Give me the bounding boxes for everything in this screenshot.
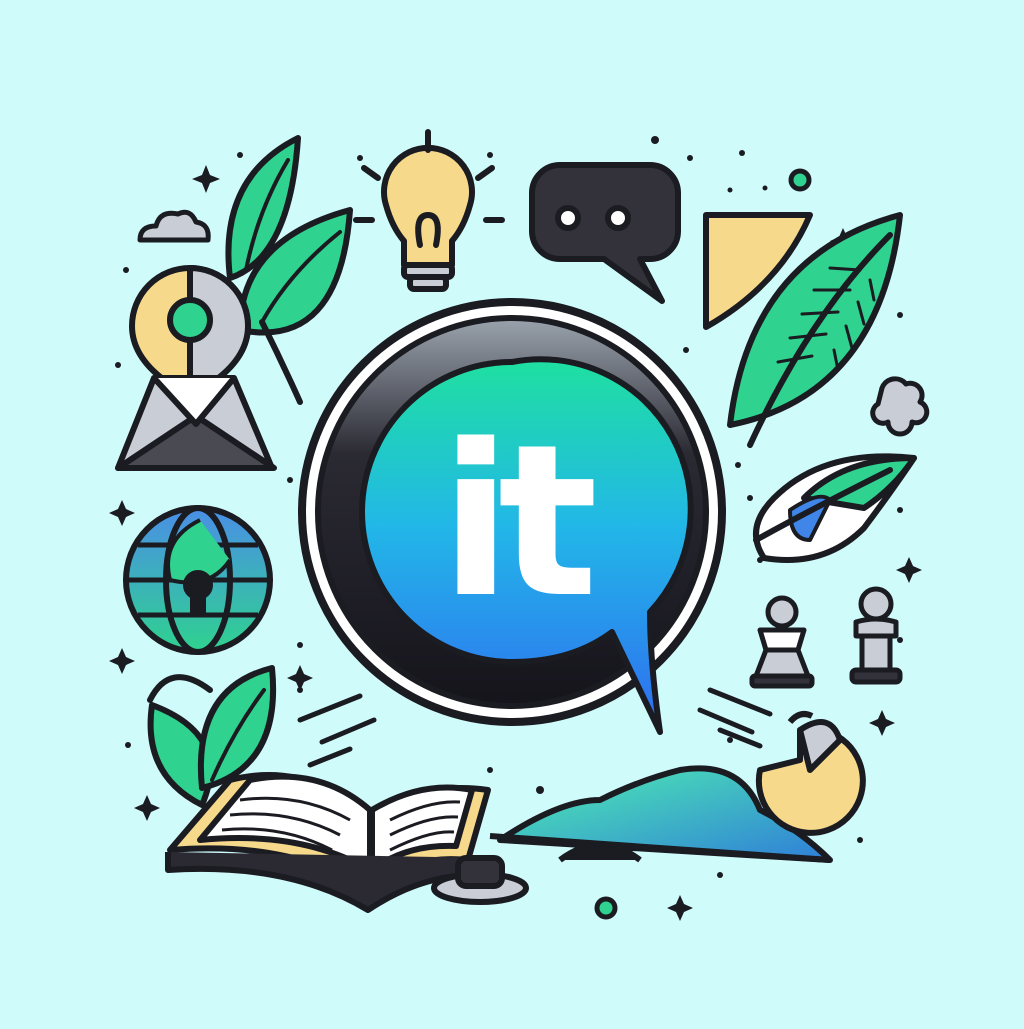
globe-icon: [123, 505, 273, 655]
chess-pawn-icon: [749, 586, 903, 689]
mouse-icon: [755, 711, 866, 836]
puzzle-icon: [870, 376, 930, 437]
chat-bubble-icon: [529, 162, 681, 304]
lightbulb-icon: [353, 129, 505, 292]
cloud-icon: [137, 209, 211, 243]
logo-badge: [298, 298, 726, 735]
leaf-icon: [225, 135, 353, 405]
logo-illustration: [0, 0, 1024, 1024]
feather-icon: [753, 453, 917, 563]
envelope-icon: [115, 375, 277, 471]
